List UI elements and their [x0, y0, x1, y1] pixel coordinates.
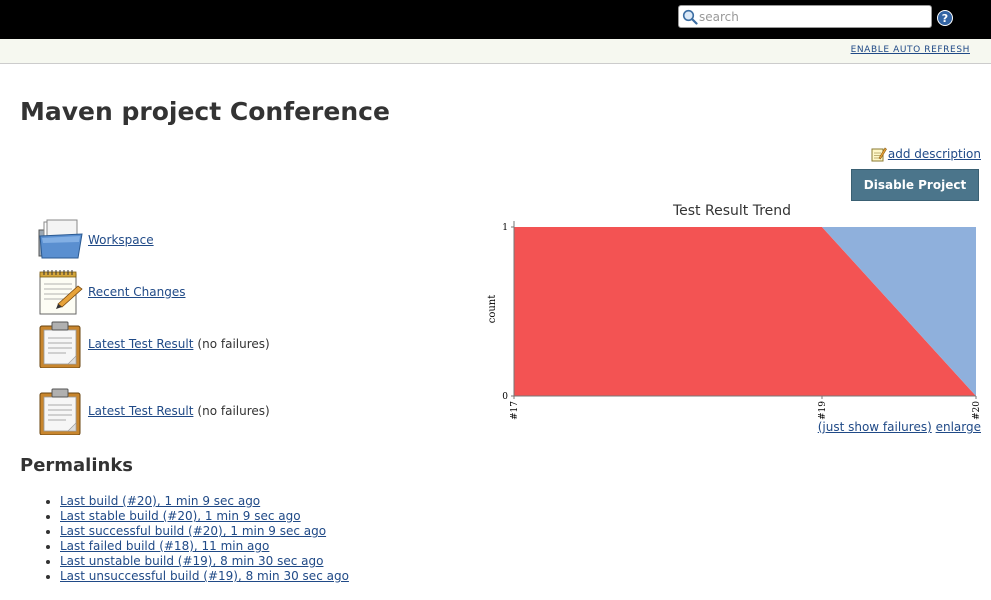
enlarge-link[interactable]: enlarge — [936, 420, 981, 434]
list-item: Last failed build (#18), 11 min ago — [60, 539, 349, 554]
task-recent-changes: Recent Changes — [36, 268, 185, 316]
permalink-last-stable-build[interactable]: Last stable build (#20), 1 min 9 sec ago — [60, 509, 301, 523]
chart-y-label: count — [487, 295, 498, 324]
top-header: ? — [0, 0, 991, 39]
chart-x-tick-label: #19 — [818, 401, 828, 420]
task-workspace-link[interactable]: Workspace — [88, 233, 154, 247]
clipboard-icon — [39, 321, 81, 368]
chart-x-tick-label: #17 — [510, 401, 520, 420]
chart-links: (just show failures) enlarge — [818, 420, 981, 434]
svg-text:?: ? — [942, 12, 948, 25]
breadcrumb-bar: ENABLE AUTO REFRESH — [0, 39, 991, 64]
add-description[interactable]: add description — [871, 146, 981, 162]
task-recent-changes-link[interactable]: Recent Changes — [88, 285, 185, 299]
task-latest-test-result: Latest Test Result (no failures) — [36, 320, 270, 368]
help-icon[interactable]: ? — [937, 10, 953, 26]
test-result-trend-chart: Test Result Trend 0 1 #17 #19 #20 count — [487, 203, 982, 420]
task-latest-test-result-link[interactable]: Latest Test Result — [88, 404, 193, 418]
permalink-last-failed-build[interactable]: Last failed build (#18), 11 min ago — [60, 539, 269, 553]
disable-project-button[interactable]: Disable Project — [851, 169, 979, 201]
permalink-last-successful-build[interactable]: Last successful build (#20), 1 min 9 sec… — [60, 524, 326, 538]
clipboard-icon — [39, 388, 81, 435]
permalink-last-unstable-build[interactable]: Last unstable build (#19), 8 min 30 sec … — [60, 554, 323, 568]
permalink-last-build[interactable]: Last build (#20), 1 min 9 sec ago — [60, 494, 260, 508]
task-latest-test-result: Latest Test Result (no failures) — [36, 387, 270, 435]
search-input[interactable] — [699, 8, 927, 25]
permalink-last-unsuccessful-build[interactable]: Last unsuccessful build (#19), 8 min 30 … — [60, 569, 349, 583]
notepad-icon — [39, 270, 83, 315]
add-description-link[interactable]: add description — [888, 147, 981, 161]
folder-icon — [38, 219, 83, 259]
test-result-note: (no failures) — [197, 337, 270, 351]
page-title: Maven project Conference — [20, 97, 390, 126]
task-workspace: Workspace — [36, 216, 154, 264]
chart-x-tick-label: #20 — [972, 401, 982, 420]
list-item: Last unsuccessful build (#19), 8 min 30 … — [60, 569, 349, 584]
chart-y-tick-label: 0 — [502, 392, 508, 402]
search-box[interactable] — [678, 5, 932, 28]
enable-auto-refresh-link[interactable]: ENABLE AUTO REFRESH — [851, 45, 970, 55]
list-item: Last unstable build (#19), 8 min 30 sec … — [60, 554, 349, 569]
search-icon — [682, 9, 698, 25]
permalinks-heading: Permalinks — [20, 455, 134, 476]
list-item: Last stable build (#20), 1 min 9 sec ago — [60, 509, 349, 524]
list-item: Last build (#20), 1 min 9 sec ago — [60, 494, 349, 509]
chart-title: Test Result Trend — [672, 203, 791, 219]
edit-notepad-icon — [871, 147, 887, 162]
chart-y-tick-label: 1 — [502, 223, 508, 233]
test-result-note: (no failures) — [197, 404, 270, 418]
permalinks-list: Last build (#20), 1 min 9 sec ago Last s… — [42, 494, 349, 584]
list-item: Last successful build (#20), 1 min 9 sec… — [60, 524, 349, 539]
just-show-failures-link[interactable]: (just show failures) — [818, 420, 932, 434]
task-latest-test-result-link[interactable]: Latest Test Result — [88, 337, 193, 351]
